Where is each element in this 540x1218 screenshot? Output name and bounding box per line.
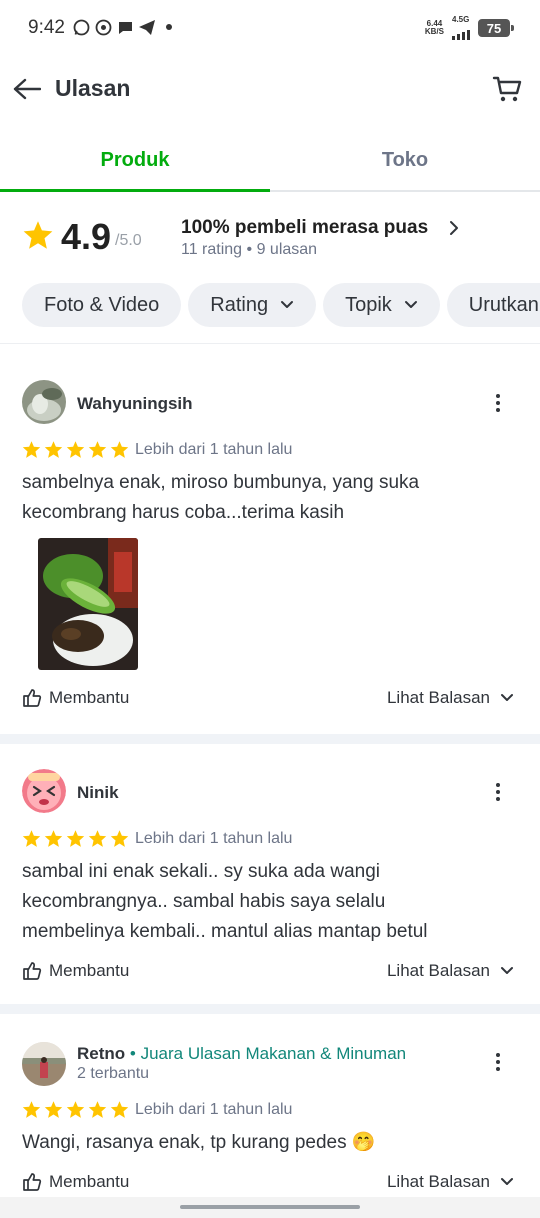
section-separator bbox=[0, 734, 540, 744]
status-bar: 9:42 6.44 KB/S 4.5G 75 bbox=[0, 0, 540, 58]
star-icon bbox=[44, 1101, 63, 1118]
satisfaction-text: 100% pembeli merasa puas bbox=[181, 217, 429, 238]
cart-icon bbox=[492, 76, 522, 102]
chevron-down-icon bbox=[404, 300, 418, 310]
reviewer-badge: • Juara Ulasan Makanan & Minuman bbox=[129, 1044, 407, 1063]
star-icon bbox=[110, 1101, 129, 1118]
notification-icons bbox=[72, 18, 178, 36]
rating-max: /5.0 bbox=[115, 232, 142, 249]
review-text: Wangi, rasanya enak, tp kurang pedes 🤭 bbox=[22, 1132, 376, 1153]
star-icon bbox=[66, 441, 85, 458]
telegram-icon bbox=[138, 18, 156, 36]
chat-icon bbox=[116, 18, 134, 36]
more-options-icon[interactable] bbox=[490, 1050, 506, 1074]
avatar bbox=[22, 769, 66, 813]
star-icon bbox=[88, 830, 107, 847]
see-replies-button[interactable]: Lihat Balasan bbox=[387, 961, 514, 981]
tab-toko[interactable]: Toko bbox=[270, 130, 540, 190]
see-replies-button[interactable]: Lihat Balasan bbox=[387, 1172, 514, 1192]
star-icon bbox=[66, 830, 85, 847]
filter-foto-video[interactable]: Foto & Video bbox=[22, 283, 182, 327]
helped-count: 2 terbantu bbox=[77, 1065, 150, 1082]
reviewer-name: Wahyuningsih bbox=[77, 394, 193, 413]
avatar bbox=[22, 1042, 66, 1086]
average-rating: 4.9 bbox=[61, 216, 112, 257]
review-text: sambelnya enak, miroso bumbunya, yang su… bbox=[22, 472, 420, 523]
page-title: Ulasan bbox=[55, 75, 131, 101]
star-rating bbox=[22, 829, 129, 848]
helpful-button[interactable]: Membantu bbox=[22, 688, 129, 708]
chevron-down-icon bbox=[501, 967, 513, 974]
filter-topik[interactable]: Topik bbox=[323, 283, 440, 327]
tab-produk[interactable]: Produk bbox=[0, 130, 270, 192]
star-icon bbox=[110, 441, 129, 458]
thumbs-up-icon bbox=[23, 1173, 42, 1191]
filter-rating[interactable]: Rating bbox=[188, 283, 317, 327]
filter-chips: Foto & Video Rating Topik Urutkan bbox=[22, 283, 540, 327]
chevron-down-icon bbox=[280, 300, 294, 310]
status-time: 9:42 bbox=[28, 17, 65, 38]
thumbs-up-icon bbox=[23, 689, 42, 707]
net-speed: 6.44 KB/S bbox=[424, 19, 444, 36]
review-card: Wahyuningsih Lebih dari 1 tahun lalu sam… bbox=[0, 344, 540, 734]
home-indicator[interactable] bbox=[180, 1205, 360, 1209]
filter-urutkan[interactable]: Urutkan bbox=[446, 283, 540, 327]
more-options-icon[interactable] bbox=[490, 780, 506, 804]
review-photo[interactable] bbox=[38, 538, 138, 670]
star-icon bbox=[22, 220, 54, 255]
rating-summary[interactable]: 4.9 /5.0 100% pembeli merasa puas 11 rat… bbox=[0, 212, 540, 272]
chevron-down-icon bbox=[501, 694, 513, 701]
helpful-button[interactable]: Membantu bbox=[22, 1172, 129, 1192]
battery-icon: 75 bbox=[478, 19, 514, 37]
more-notifications-dot-icon bbox=[160, 18, 178, 36]
signal-icon: 4.5G bbox=[452, 16, 470, 40]
review-card: Ninik Lebih dari 1 tahun lalu sambal ini… bbox=[0, 744, 540, 1004]
thumbs-up-icon bbox=[23, 962, 42, 980]
back-arrow-icon bbox=[13, 78, 41, 100]
review-time: Lebih dari 1 tahun lalu bbox=[135, 1101, 293, 1118]
star-icon bbox=[44, 830, 63, 847]
avatar bbox=[22, 380, 66, 424]
star-icon bbox=[88, 441, 107, 458]
app-header: Ulasan bbox=[0, 58, 540, 120]
more-options-icon[interactable] bbox=[490, 391, 506, 415]
section-separator bbox=[0, 1004, 540, 1014]
reviewer-name: Retno • Juara Ulasan Makanan & Minuman bbox=[77, 1044, 407, 1063]
helpful-button[interactable]: Membantu bbox=[22, 961, 129, 981]
review-card: Retno • Juara Ulasan Makanan & Minuman 2… bbox=[0, 1014, 540, 1197]
review-time: Lebih dari 1 tahun lalu bbox=[135, 830, 293, 847]
star-icon bbox=[110, 830, 129, 847]
review-text: sambal ini enak sekali.. sy suka ada wan… bbox=[22, 861, 428, 942]
star-icon bbox=[22, 441, 41, 458]
star-rating bbox=[22, 440, 129, 459]
system-status: 6.44 KB/S 4.5G 75 bbox=[424, 16, 514, 40]
see-replies-button[interactable]: Lihat Balasan bbox=[387, 688, 514, 708]
star-icon bbox=[66, 1101, 85, 1118]
star-rating bbox=[22, 1100, 129, 1119]
review-time: Lebih dari 1 tahun lalu bbox=[135, 441, 293, 458]
reviewer-name: Ninik bbox=[77, 783, 119, 802]
star-icon bbox=[44, 441, 63, 458]
tab-bar: Produk Toko bbox=[0, 130, 540, 192]
star-icon bbox=[22, 1101, 41, 1118]
rating-counts: 11 rating • 9 ulasan bbox=[181, 241, 318, 258]
whatsapp-icon bbox=[72, 18, 90, 36]
whatsapp-business-icon bbox=[94, 18, 112, 36]
chevron-down-icon bbox=[501, 1178, 513, 1185]
chevron-right-icon bbox=[448, 220, 460, 241]
star-icon bbox=[88, 1101, 107, 1118]
star-icon bbox=[22, 830, 41, 847]
back-button[interactable] bbox=[12, 74, 42, 104]
cart-button[interactable] bbox=[490, 72, 524, 106]
